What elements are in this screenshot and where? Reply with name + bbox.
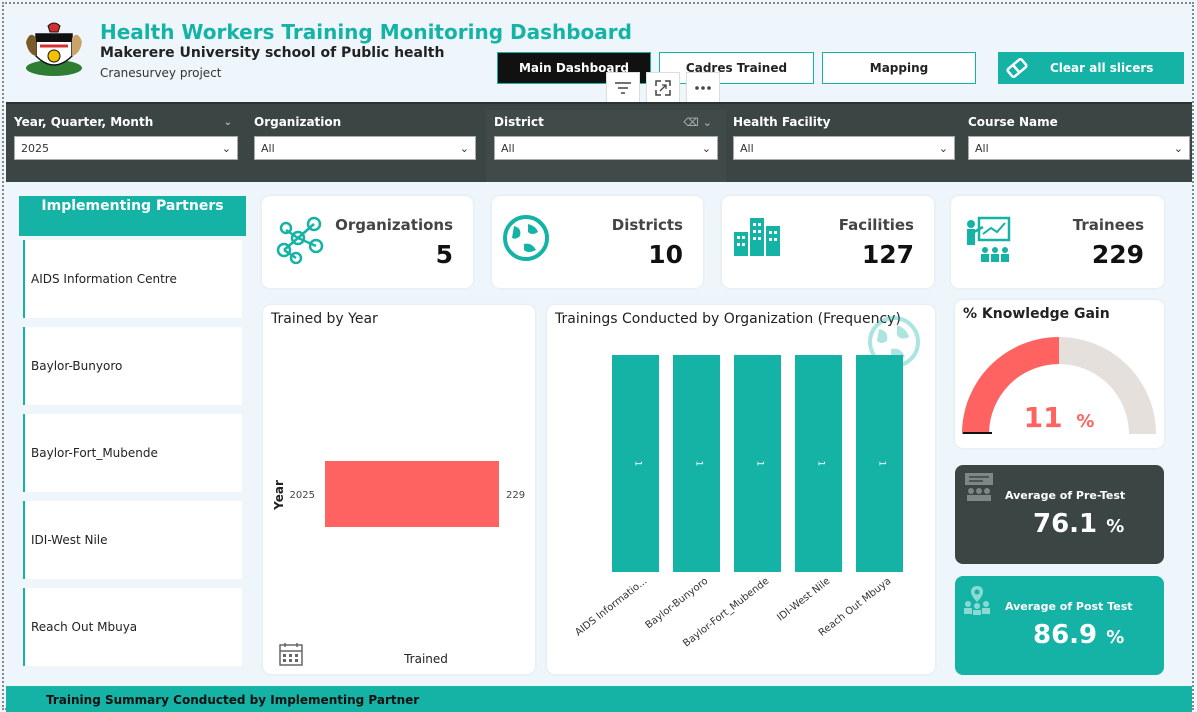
trained-by-year-ylabel: Year bbox=[272, 480, 286, 511]
slicer-organization-value: All bbox=[261, 141, 275, 155]
chevron-down-icon: ⌄ bbox=[221, 141, 231, 155]
focus-mode-icon[interactable] bbox=[646, 72, 680, 104]
post-test-card: Average of Post Test 86.9 % bbox=[955, 576, 1164, 675]
kpi-facilities-value: 127 bbox=[861, 240, 914, 269]
classroom-icon bbox=[967, 216, 1011, 262]
slicer-year-label: Year, Quarter, Month bbox=[14, 115, 154, 129]
network-icon bbox=[276, 216, 324, 264]
kpi-trainees-card: Trainees 229 bbox=[951, 196, 1164, 288]
buildings-icon bbox=[734, 218, 780, 256]
partner-item[interactable]: Baylor-Bunyoro bbox=[23, 327, 242, 405]
svg-text:11 %: 11 % bbox=[1024, 401, 1095, 434]
knowledge-gain-card: % Knowledge Gain 11 % bbox=[955, 300, 1164, 448]
knowledge-gain-gauge: 11 % bbox=[962, 337, 1156, 434]
knowledge-gain-value: 11 bbox=[1024, 401, 1063, 434]
trainings-by-org-chart: 1AIDS Informatio...1Baylor-Bunyoro1Baylo… bbox=[573, 316, 920, 649]
kpi-trainees-label: Trainees bbox=[1072, 216, 1144, 234]
slicer-course-name-label: Course Name bbox=[968, 115, 1058, 129]
org-bar-data-label: 1 bbox=[755, 461, 765, 467]
kpi-facilities-card: Facilities 127 bbox=[722, 196, 934, 288]
trained-by-year-bar[interactable] bbox=[325, 461, 499, 527]
kpi-trainees-value: 229 bbox=[1091, 240, 1144, 269]
eraser-icon bbox=[1006, 57, 1028, 79]
presentation-icon bbox=[965, 473, 993, 501]
eraser-icon[interactable]: ⌫ ⌄ bbox=[683, 116, 712, 129]
post-test-label: Average of Post Test bbox=[1005, 600, 1133, 613]
slicer-health-facility-value: All bbox=[740, 141, 754, 155]
chevron-down-icon: ⌄ bbox=[938, 141, 948, 155]
slicer-organization-dropdown[interactable]: All ⌄ bbox=[254, 136, 476, 160]
training-summary-section: Training Summary Conducted by Implementi… bbox=[6, 686, 1192, 712]
more-options-icon[interactable] bbox=[686, 72, 720, 104]
slicer-course-name: Course Name All ⌄ bbox=[968, 112, 1190, 160]
slicer-organization-label: Organization bbox=[254, 115, 342, 129]
slicer-health-facility-label: Health Facility bbox=[733, 115, 831, 129]
slicer-health-facility-dropdown[interactable]: All ⌄ bbox=[733, 136, 955, 160]
chevron-down-icon: ⌄ bbox=[459, 141, 469, 155]
partner-item[interactable]: AIDS Information Centre bbox=[23, 240, 242, 318]
chevron-down-icon: ⌄ bbox=[701, 141, 711, 155]
knowledge-gain-unit: % bbox=[1076, 411, 1094, 432]
slicer-year-value: 2025 bbox=[21, 141, 49, 155]
kpi-organizations-label: Organizations bbox=[335, 216, 453, 234]
kpi-organizations-card: Organizations 5 bbox=[262, 196, 473, 288]
clear-slicers-button[interactable]: Clear all slicers bbox=[998, 52, 1184, 84]
kpi-organizations-value: 5 bbox=[435, 240, 453, 269]
kpi-districts-label: Districts bbox=[611, 216, 683, 234]
training-summary-title: Training Summary Conducted by Implementi… bbox=[46, 693, 420, 707]
slicer-district-dropdown[interactable]: All ⌄ bbox=[494, 136, 718, 160]
project-name: Cranesurvey project bbox=[100, 66, 222, 80]
org-bar-data-label: 1 bbox=[633, 461, 643, 467]
slicer-district: District ⌫ ⌄ All ⌄ bbox=[486, 110, 726, 182]
implementing-partners-list: AIDS Information Centre Baylor-Bunyoro B… bbox=[19, 236, 246, 670]
post-test-value: 86.9 bbox=[1033, 620, 1098, 650]
people-location-icon bbox=[964, 586, 990, 615]
trained-by-year-value: 229 bbox=[506, 490, 525, 501]
dashboard-subtitle: Makerere University school of Public hea… bbox=[100, 45, 445, 61]
chevron-down-icon[interactable]: ⌄ bbox=[224, 117, 232, 128]
slicer-year: Year, Quarter, Month ⌄ 2025 ⌄ bbox=[14, 112, 238, 160]
org-tick-label: AIDS Informatio... bbox=[573, 576, 649, 639]
trained-by-year-category: 2025 bbox=[290, 490, 315, 501]
post-test-unit: % bbox=[1106, 627, 1125, 648]
slicer-district-label: District bbox=[494, 115, 544, 129]
org-tick-label: Baylor-Bunyoro bbox=[644, 576, 711, 632]
slicer-course-name-value: All bbox=[975, 141, 989, 155]
org-bar-data-label: 1 bbox=[694, 461, 704, 467]
pre-test-value: 76.1 bbox=[1033, 509, 1098, 539]
kpi-districts-value: 10 bbox=[648, 240, 683, 269]
kpi-districts-card: Districts 10 bbox=[492, 196, 703, 288]
visual-toolbar bbox=[606, 72, 720, 104]
pre-test-card: Average of Pre-Test 76.1 % bbox=[955, 465, 1164, 564]
chevron-down-icon: ⌄ bbox=[1173, 141, 1183, 155]
trained-by-year-xlabel: Trained bbox=[403, 652, 448, 666]
slicer-organization: Organization All ⌄ bbox=[254, 112, 476, 160]
trainings-by-org-card: Trainings Conducted by Organization (Fre… bbox=[547, 305, 935, 674]
slicer-year-dropdown[interactable]: 2025 ⌄ bbox=[14, 136, 238, 160]
org-bar-data-label: 1 bbox=[877, 461, 887, 467]
partner-item[interactable]: IDI-West Nile bbox=[23, 501, 242, 579]
mapping-button[interactable]: Mapping bbox=[822, 52, 976, 84]
org-tick-label: IDI-West Nile bbox=[775, 576, 832, 624]
slicer-health-facility: Health Facility All ⌄ bbox=[733, 112, 955, 160]
globe-icon bbox=[503, 215, 549, 261]
filter-icon[interactable] bbox=[606, 72, 640, 104]
partner-item[interactable]: Reach Out Mbuya bbox=[23, 588, 242, 666]
partner-item[interactable]: Baylor-Fort_Mubende bbox=[23, 414, 242, 492]
calendar-icon bbox=[279, 643, 303, 666]
slicer-bar: Year, Quarter, Month ⌄ 2025 ⌄ Organization… bbox=[6, 102, 1192, 182]
slicer-district-value: All bbox=[501, 141, 515, 155]
clear-slicers-label: Clear all slicers bbox=[1050, 61, 1154, 75]
trained-by-year-card: Trained by Year Year 2025 229 Trained bbox=[263, 305, 535, 674]
slicer-course-name-dropdown[interactable]: All ⌄ bbox=[968, 136, 1190, 160]
trained-by-year-chart: Year 2025 229 Trained bbox=[272, 461, 525, 666]
kpi-facilities-label: Facilities bbox=[838, 216, 914, 234]
university-crest-icon bbox=[22, 22, 86, 80]
org-bar-data-label: 1 bbox=[816, 461, 826, 467]
implementing-partners-header: Implementing Partners bbox=[19, 196, 246, 236]
dashboard-title: Health Workers Training Monitoring Dashb… bbox=[100, 20, 632, 44]
pre-test-label: Average of Pre-Test bbox=[1005, 489, 1126, 502]
pre-test-unit: % bbox=[1106, 516, 1125, 537]
